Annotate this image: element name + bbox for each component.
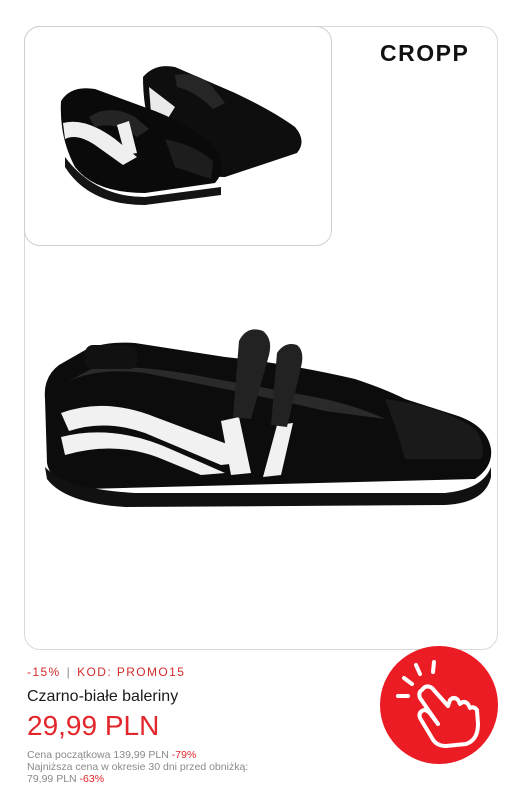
original-price-text: Cena początkowa 139,99 PLN xyxy=(27,749,169,761)
brand-logo: CROPP xyxy=(380,40,484,71)
lowest-price-line: 79,99 PLN -63% xyxy=(27,773,287,785)
lowest-discount: -63% xyxy=(79,773,105,785)
tap-hand-icon xyxy=(396,660,480,748)
lowest-price-value: 79,99 PLN xyxy=(27,773,77,785)
product-title[interactable]: Czarno-białe baleriny xyxy=(27,688,178,706)
product-thumbnail[interactable] xyxy=(24,26,332,246)
original-discount: -79% xyxy=(171,749,197,761)
svg-text:CROPP: CROPP xyxy=(380,40,469,66)
original-price-line: Cena początkowa 139,99 PLN -79% xyxy=(27,749,287,761)
price-history: Cena początkowa 139,99 PLN -79% Najniższ… xyxy=(27,749,287,785)
cropp-logo: CROPP xyxy=(380,40,469,66)
promo-separator: | xyxy=(66,665,72,679)
promo-code: KOD: PROMO15 xyxy=(77,665,186,679)
discount-badge: -15% xyxy=(27,665,61,679)
product-price: 29,99 PLN xyxy=(27,710,160,741)
lowest-price-label: Najniższa cena w okresie 30 dni przed ob… xyxy=(27,761,249,773)
product-image-thumbnail xyxy=(60,66,302,205)
promo-line: -15% | KOD: PROMO15 xyxy=(27,665,185,679)
tap-cta-button[interactable] xyxy=(380,646,498,764)
